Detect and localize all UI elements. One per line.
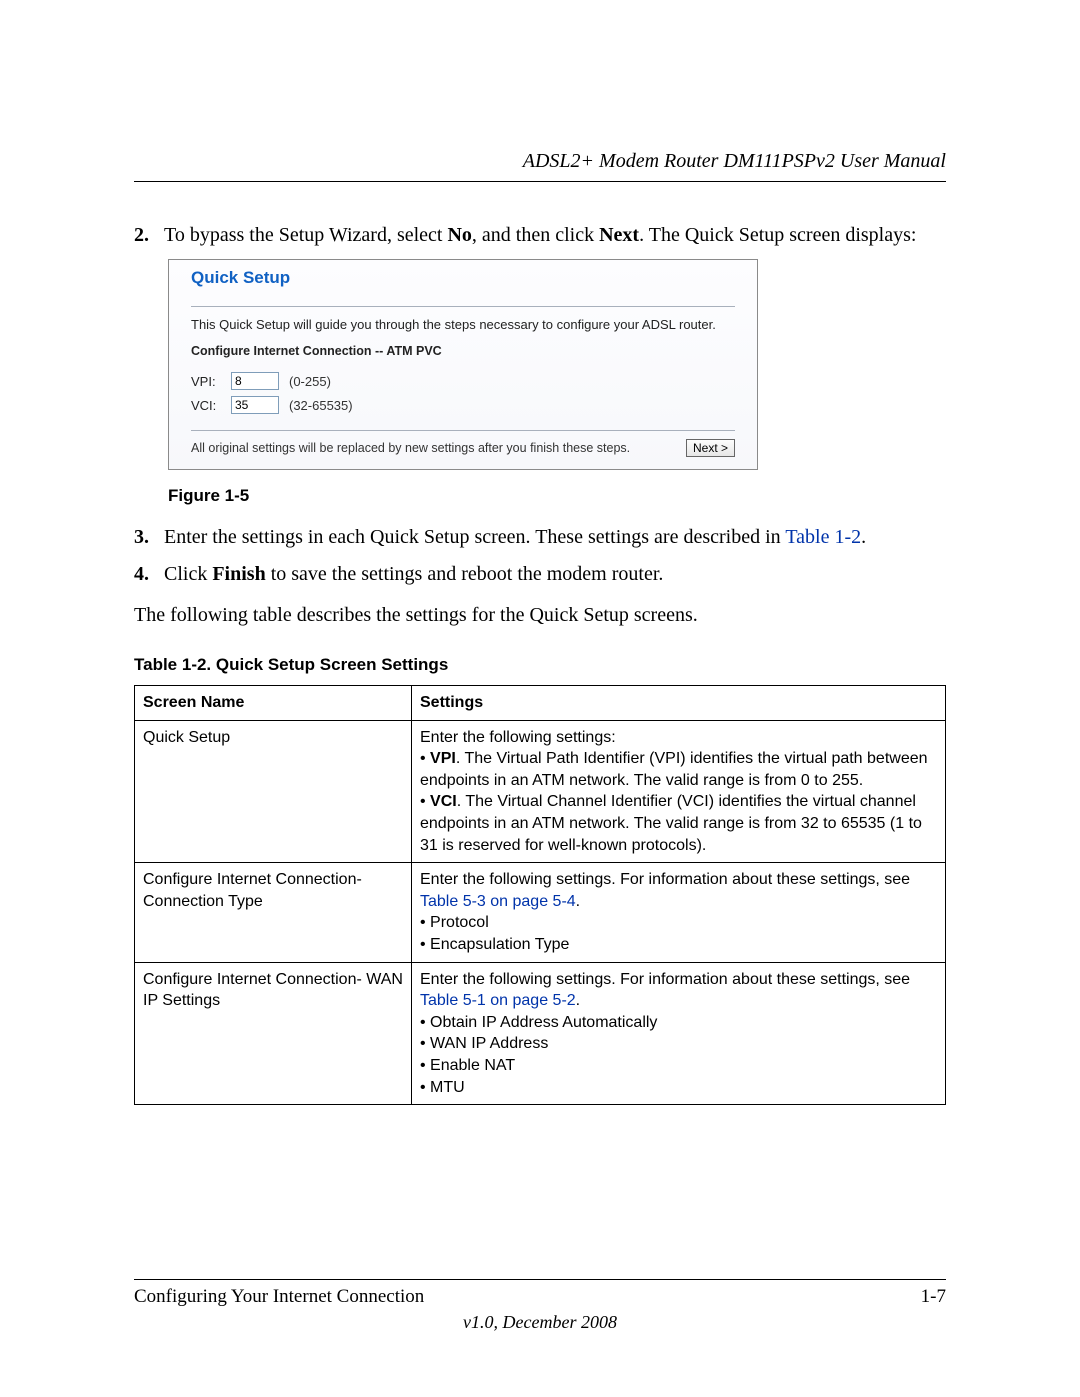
step-text: To bypass the Setup Wizard, select No, a… xyxy=(164,222,946,249)
cell-screen-name: Quick Setup xyxy=(135,720,412,863)
bullet-list: Obtain IP Address Automatically WAN IP A… xyxy=(420,1012,937,1098)
table-1-2-link[interactable]: Table 1-2 xyxy=(785,526,861,548)
list-item: WAN IP Address xyxy=(420,1033,937,1055)
text: . The Virtual Channel Identifier (VCI) i… xyxy=(420,793,922,853)
vpi-range: (0-255) xyxy=(289,374,331,389)
table-row: Configure Internet Connection- WAN IP Se… xyxy=(135,962,946,1105)
table-5-1-link[interactable]: Table 5-1 on page 5-2 xyxy=(420,992,576,1009)
text: . The Quick Setup screen displays: xyxy=(639,224,916,246)
text: . xyxy=(861,526,866,548)
step-text: Click Finish to save the settings and re… xyxy=(164,561,946,588)
settings-table: Screen Name Settings Quick Setup Enter t… xyxy=(134,685,946,1105)
step-3: 3. Enter the settings in each Quick Setu… xyxy=(134,524,946,551)
screenshot-intro: This Quick Setup will guide you through … xyxy=(191,317,735,332)
bold-no: No xyxy=(447,224,471,246)
step-2: 2. To bypass the Setup Wizard, select No… xyxy=(134,222,946,249)
bullet-list: VPI. The Virtual Path Identifier (VPI) i… xyxy=(420,748,937,856)
vci-row: VCI: (32-65535) xyxy=(191,396,735,414)
table-header-row: Screen Name Settings xyxy=(135,686,946,721)
cell-lead: Enter the following settings: xyxy=(420,727,937,749)
footer-page-number: 1-7 xyxy=(921,1286,946,1308)
cell-settings: Enter the following settings: VPI. The V… xyxy=(412,720,946,863)
text: Enter the following settings. For inform… xyxy=(420,871,910,888)
text: Click xyxy=(164,563,212,585)
vci-input[interactable] xyxy=(231,396,279,414)
screenshot-footer: All original settings will be replaced b… xyxy=(191,439,735,457)
bold-finish: Finish xyxy=(212,563,265,585)
vpi-row: VPI: (0-255) xyxy=(191,372,735,390)
step-number: 3. xyxy=(134,524,164,551)
screenshot-title: Quick Setup xyxy=(191,268,735,288)
quick-setup-screenshot: Quick Setup This Quick Setup will guide … xyxy=(168,259,758,470)
list-item: Obtain IP Address Automatically xyxy=(420,1012,937,1034)
text: To bypass the Setup Wizard, select xyxy=(164,224,447,246)
footer-section: Configuring Your Internet Connection xyxy=(134,1286,424,1308)
cell-settings: Enter the following settings. For inform… xyxy=(412,863,946,962)
list-item: Protocol xyxy=(420,912,937,934)
term-vpi: VPI xyxy=(430,750,456,767)
table-row: Quick Setup Enter the following settings… xyxy=(135,720,946,863)
screenshot-footer-note: All original settings will be replaced b… xyxy=(191,441,630,455)
table-caption: Table 1-2. Quick Setup Screen Settings xyxy=(134,655,946,675)
footer-version: v1.0, December 2008 xyxy=(134,1312,946,1333)
text: . xyxy=(576,992,580,1009)
cell-screen-name: Configure Internet Connection- WAN IP Se… xyxy=(135,962,412,1105)
header-screen-name: Screen Name xyxy=(135,686,412,721)
text: Enter the following settings. For inform… xyxy=(420,971,910,988)
vpi-input[interactable] xyxy=(231,372,279,390)
cell-lead: Enter the following settings. For inform… xyxy=(420,969,937,1012)
list-item: VPI. The Virtual Path Identifier (VPI) i… xyxy=(420,748,937,791)
list-item: MTU xyxy=(420,1077,937,1099)
text: Enter the settings in each Quick Setup s… xyxy=(164,526,785,548)
vpi-label: VPI: xyxy=(191,374,231,389)
list-item: VCI. The Virtual Channel Identifier (VCI… xyxy=(420,791,937,856)
list-item: Enable NAT xyxy=(420,1055,937,1077)
table-5-3-link[interactable]: Table 5-3 on page 5-4 xyxy=(420,893,576,910)
running-header: ADSL2+ Modem Router DM111PSPv2 User Manu… xyxy=(134,150,946,181)
figure-caption: Figure 1-5 xyxy=(168,486,946,506)
cell-lead: Enter the following settings. For inform… xyxy=(420,869,937,912)
text: . The Virtual Path Identifier (VPI) iden… xyxy=(420,750,928,789)
table-row: Configure Internet Connection- Connectio… xyxy=(135,863,946,962)
step-number: 2. xyxy=(134,222,164,249)
body-paragraph: The following table describes the settin… xyxy=(134,602,946,629)
term-vci: VCI xyxy=(430,793,457,810)
step-text: Enter the settings in each Quick Setup s… xyxy=(164,524,946,551)
bullet-list: Protocol Encapsulation Type xyxy=(420,912,937,955)
list-item: Encapsulation Type xyxy=(420,934,937,956)
screenshot-rule xyxy=(191,306,735,307)
footer-rule xyxy=(134,1279,946,1280)
step-4: 4. Click Finish to save the settings and… xyxy=(134,561,946,588)
cell-screen-name: Configure Internet Connection- Connectio… xyxy=(135,863,412,962)
vci-label: VCI: xyxy=(191,398,231,413)
page: ADSL2+ Modem Router DM111PSPv2 User Manu… xyxy=(0,0,1080,1397)
header-rule xyxy=(134,181,946,182)
next-button[interactable]: Next > xyxy=(686,439,735,457)
text: to save the settings and reboot the mode… xyxy=(266,563,664,585)
text: . xyxy=(576,893,580,910)
screenshot-section-label: Configure Internet Connection -- ATM PVC xyxy=(191,344,735,358)
text: , and then click xyxy=(472,224,599,246)
cell-settings: Enter the following settings. For inform… xyxy=(412,962,946,1105)
vci-range: (32-65535) xyxy=(289,398,353,413)
step-number: 4. xyxy=(134,561,164,588)
header-settings: Settings xyxy=(412,686,946,721)
screenshot-rule xyxy=(191,430,735,431)
bold-next: Next xyxy=(599,224,639,246)
page-footer: Configuring Your Internet Connection 1-7… xyxy=(134,1279,946,1333)
